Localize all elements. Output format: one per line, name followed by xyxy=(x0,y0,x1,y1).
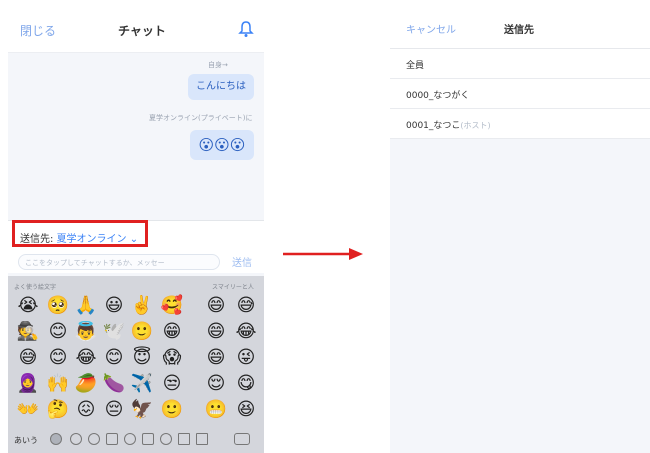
emoji-key[interactable]: 🕵️ xyxy=(16,320,40,344)
emoji-key[interactable]: ✈️ xyxy=(130,372,154,396)
category-label: スマイリーと人 xyxy=(212,284,254,291)
emoji-key[interactable]: 👼 xyxy=(74,320,98,344)
emoji-key[interactable]: 🤔 xyxy=(46,398,70,422)
emoji-key[interactable]: 🥰 xyxy=(160,294,184,318)
emoji-key[interactable]: 😭 xyxy=(16,294,40,318)
emoji-key[interactable]: 😅 xyxy=(234,294,258,318)
delete-icon[interactable] xyxy=(234,433,250,445)
emoji-key[interactable]: 🙂 xyxy=(160,398,184,422)
emoji-key[interactable]: 😁 xyxy=(160,320,184,344)
chat-title: チャット xyxy=(118,24,166,38)
emoji-key[interactable]: 😒 xyxy=(160,372,184,396)
abc-key[interactable]: あいう xyxy=(14,435,38,446)
emoji-key[interactable]: 🦅 xyxy=(130,398,154,422)
emoji-key[interactable]: 🥭 xyxy=(74,372,98,396)
emoji-key[interactable]: 👐 xyxy=(16,398,40,422)
keyboard-bar: あいう xyxy=(8,428,264,453)
emoji-key[interactable]: 😊 xyxy=(102,346,126,370)
close-button[interactable]: 閉じる xyxy=(20,22,56,39)
emoji-key[interactable]: 😌 xyxy=(204,372,228,396)
emoji-key[interactable]: 😖 xyxy=(74,398,98,422)
emoji-keyboard: よく使う絵文字 スマイリーと人 😭 🥺 🙏 😃 ✌️ 🥰 😄 😅 🕵️ 😊 👼 🕊️ 🙂 😁 😄 😂 😅 😊 😂 😊 😇… xyxy=(8,276,264,453)
emoji-key[interactable]: 😊 xyxy=(46,320,70,344)
smiley-icon[interactable] xyxy=(70,433,82,445)
car-icon[interactable] xyxy=(142,433,154,445)
emoji-key[interactable]: 🙂 xyxy=(130,320,154,344)
host-tag: (ホスト) xyxy=(460,121,491,130)
message-bubble: こんにちは xyxy=(188,74,254,100)
emoji-key[interactable]: 🍆 xyxy=(102,372,126,396)
emoji-key[interactable]: 😄 xyxy=(204,294,228,318)
bell-icon[interactable] xyxy=(238,20,254,38)
emoji-key[interactable]: 😜 xyxy=(234,346,258,370)
chat-header: 閉じる チャット xyxy=(8,8,264,53)
emoji-key[interactable]: 😱 xyxy=(160,346,184,370)
message-sender: 自身→ xyxy=(208,61,228,69)
emoji-key[interactable]: 😊 xyxy=(46,346,70,370)
cancel-button[interactable]: キャンセル xyxy=(406,21,456,36)
food-icon[interactable] xyxy=(106,433,118,445)
emoji-key[interactable]: 🕊️ xyxy=(102,320,126,344)
emoji-key[interactable]: 😔 xyxy=(102,398,126,422)
recipient-name: 0000_なつがく xyxy=(406,91,470,101)
emoji-key[interactable]: 🧕 xyxy=(16,372,40,396)
emoji-key[interactable]: 😄 xyxy=(204,320,228,344)
recipient-row[interactable]: 0001_なつこ(ホスト) xyxy=(390,109,650,139)
highlight-box xyxy=(12,220,148,247)
chat-screen: 閉じる チャット 自身→ こんにちは 夏学オンライン(プライベート)に 😮😮😮 … xyxy=(8,8,264,453)
recipient-title: 送信先 xyxy=(504,25,534,36)
category-label: よく使う絵文字 xyxy=(14,284,57,291)
recipient-name: 全員 xyxy=(406,61,425,71)
emoji-key[interactable]: 😂 xyxy=(74,346,98,370)
recipient-row[interactable]: 0000_なつがく xyxy=(390,79,650,109)
emoji-key[interactable]: 🥺 xyxy=(46,294,70,318)
recipient-header: キャンセル 送信先 xyxy=(390,8,650,49)
recent-icon[interactable] xyxy=(50,433,62,445)
emoji-key[interactable]: 😋 xyxy=(234,372,258,396)
send-button[interactable]: 送信 xyxy=(232,254,252,269)
emoji-key[interactable]: 🙏 xyxy=(74,294,98,318)
symbol-icon[interactable] xyxy=(178,433,190,445)
emoji-key[interactable]: 😃 xyxy=(102,294,126,318)
recipient-screen: キャンセル 送信先 全員 0000_なつがく 0001_なつこ(ホスト) xyxy=(390,8,650,453)
message-bubble: 😮😮😮 xyxy=(190,130,254,160)
emoji-key[interactable]: 😆 xyxy=(234,398,258,422)
emoji-key[interactable]: 😄 xyxy=(204,346,228,370)
message-input[interactable]: ここをタップしてチャットするか、メッセー xyxy=(18,254,220,270)
bulb-icon[interactable] xyxy=(160,433,172,445)
message-sender: 夏学オンライン(プライベート)に xyxy=(149,114,253,122)
animal-icon[interactable] xyxy=(88,433,100,445)
recipient-name: 0001_なつこ xyxy=(406,121,461,131)
emoji-key[interactable]: 😇 xyxy=(130,346,154,370)
emoji-key[interactable]: 😬 xyxy=(204,398,228,422)
emoji-key[interactable]: 😂 xyxy=(234,320,258,344)
recipient-name-wrap: 0001_なつこ(ホスト) xyxy=(406,118,491,131)
emoji-key[interactable]: 😅 xyxy=(16,346,40,370)
flag-icon[interactable] xyxy=(196,433,208,445)
recipient-row[interactable]: 全員 xyxy=(390,49,650,79)
arrow-icon xyxy=(283,248,363,260)
emoji-key[interactable]: ✌️ xyxy=(130,294,154,318)
ball-icon[interactable] xyxy=(124,433,136,445)
emoji-key[interactable]: 🙌 xyxy=(46,372,70,396)
